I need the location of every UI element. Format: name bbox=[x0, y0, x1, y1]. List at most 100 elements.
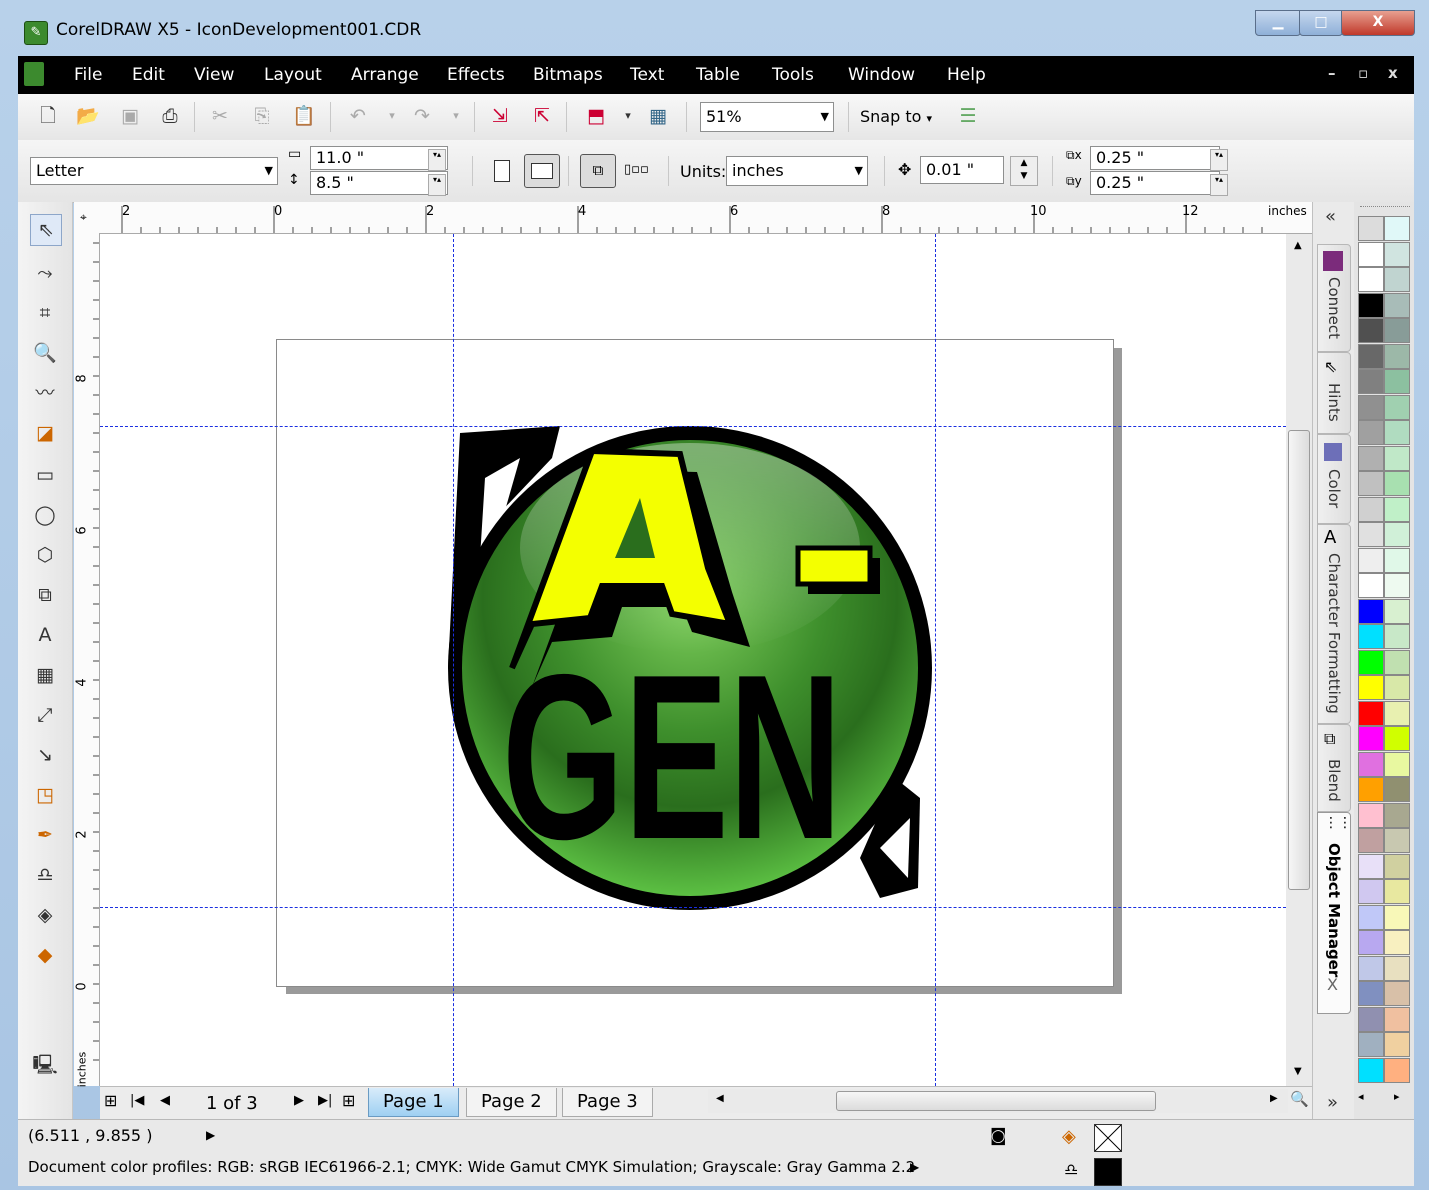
menu-text[interactable]: Text bbox=[630, 65, 664, 85]
color-swatch[interactable] bbox=[1384, 649, 1410, 675]
close-docker-button[interactable]: X bbox=[1327, 975, 1338, 994]
color-swatch[interactable] bbox=[1384, 802, 1410, 828]
color-swatch[interactable] bbox=[1384, 751, 1410, 777]
text-tool-icon[interactable]: A bbox=[30, 620, 60, 650]
menu-tools[interactable]: Tools bbox=[772, 65, 814, 85]
profiles-expand-icon[interactable]: ▶ bbox=[910, 1160, 919, 1174]
document-navigator-icon[interactable]: 🖳 bbox=[30, 1050, 60, 1080]
duplicate-y-field[interactable]: 0.25 " bbox=[1090, 171, 1220, 195]
color-swatch[interactable] bbox=[1358, 547, 1384, 573]
color-swatch[interactable] bbox=[1384, 292, 1410, 318]
tab-page-1[interactable]: Page 1 bbox=[368, 1088, 459, 1117]
color-swatch[interactable] bbox=[1358, 802, 1384, 828]
color-swatch[interactable] bbox=[1384, 853, 1410, 879]
import-icon[interactable]: ⇲ bbox=[488, 104, 512, 128]
collapse-dockers-button[interactable]: « bbox=[1325, 206, 1336, 227]
color-swatch[interactable] bbox=[1358, 828, 1384, 853]
smart-fill-tool-icon[interactable]: ◪ bbox=[30, 418, 60, 448]
color-swatch[interactable] bbox=[1384, 343, 1410, 369]
horizontal-guideline[interactable] bbox=[100, 907, 1286, 908]
connector-tool-icon[interactable]: ↘ bbox=[30, 740, 60, 770]
zoom-tool-icon[interactable]: 🔍 bbox=[30, 338, 60, 368]
color-swatch[interactable] bbox=[1358, 624, 1384, 649]
nudge-distance-field[interactable]: 0.01 " bbox=[920, 156, 1004, 184]
redo-dropdown-icon[interactable]: ▾ bbox=[444, 104, 468, 128]
save-icon[interactable]: ▣ bbox=[118, 104, 142, 128]
color-swatch[interactable] bbox=[1358, 318, 1384, 343]
landscape-button[interactable] bbox=[524, 154, 560, 188]
menu-file[interactable]: File bbox=[74, 65, 102, 85]
mdi-restore-button[interactable]: ▫ bbox=[1358, 64, 1368, 82]
color-swatch[interactable] bbox=[1384, 547, 1410, 573]
color-swatch[interactable] bbox=[1358, 981, 1384, 1006]
outline-color-swatch[interactable] bbox=[1094, 1158, 1122, 1186]
close-button[interactable]: X bbox=[1341, 10, 1415, 36]
color-swatch[interactable] bbox=[1384, 675, 1410, 700]
color-swatch[interactable] bbox=[1384, 216, 1410, 241]
a-gen-logo-artwork[interactable]: GEN bbox=[440, 418, 940, 918]
coreldraw-app-icon[interactable]: ✎ bbox=[24, 21, 48, 45]
tab-color[interactable]: Color bbox=[1317, 434, 1351, 524]
cut-icon[interactable]: ✂ bbox=[208, 104, 232, 128]
redo-icon[interactable]: ↷ bbox=[410, 104, 434, 128]
color-swatch[interactable] bbox=[1358, 853, 1384, 879]
tab-blend[interactable]: ⧉ Blend bbox=[1317, 724, 1351, 812]
color-swatch[interactable] bbox=[1358, 292, 1384, 318]
menu-window[interactable]: Window bbox=[848, 65, 915, 85]
color-swatch[interactable] bbox=[1358, 522, 1384, 547]
color-swatch[interactable] bbox=[1384, 904, 1410, 930]
color-swatch[interactable] bbox=[1384, 624, 1410, 649]
palette-grip[interactable] bbox=[1360, 206, 1410, 215]
color-swatch[interactable] bbox=[1384, 445, 1410, 471]
color-swatch[interactable] bbox=[1358, 930, 1384, 955]
color-swatch[interactable] bbox=[1384, 522, 1410, 547]
tab-connect[interactable]: Connect bbox=[1317, 244, 1351, 352]
copy-icon[interactable]: ⎘ bbox=[250, 104, 274, 128]
color-swatch[interactable] bbox=[1384, 777, 1410, 802]
ellipse-tool-icon[interactable]: ◯ bbox=[30, 500, 60, 530]
duplicate-x-spinner[interactable]: ▾▴ bbox=[1210, 149, 1228, 171]
print-icon[interactable]: ⎙ bbox=[158, 104, 182, 128]
document-icon[interactable] bbox=[24, 62, 44, 86]
menu-edit[interactable]: Edit bbox=[132, 65, 165, 85]
color-swatch[interactable] bbox=[1358, 267, 1384, 292]
color-swatch[interactable] bbox=[1384, 496, 1410, 522]
color-swatch[interactable] bbox=[1384, 879, 1410, 904]
mdi-close-button[interactable]: x bbox=[1388, 64, 1398, 82]
zoom-navigator-icon[interactable]: 🔍 bbox=[1290, 1090, 1309, 1108]
color-swatch[interactable] bbox=[1384, 1006, 1410, 1032]
minimize-button[interactable]: ▁ bbox=[1255, 10, 1301, 36]
basic-shapes-tool-icon[interactable]: ⧉ bbox=[30, 580, 60, 610]
blend-tool-icon[interactable]: ◳ bbox=[30, 780, 60, 810]
tab-character-formatting[interactable]: A Character Formatting bbox=[1317, 524, 1351, 724]
color-swatch[interactable] bbox=[1384, 930, 1410, 955]
color-swatch[interactable] bbox=[1358, 904, 1384, 930]
vertical-guideline[interactable] bbox=[453, 234, 454, 1086]
next-page-icon[interactable]: ▶ bbox=[294, 1093, 304, 1108]
nudge-spinner[interactable]: ▲ ▼ bbox=[1010, 156, 1038, 186]
tab-page-3[interactable]: Page 3 bbox=[562, 1088, 653, 1117]
color-swatch[interactable] bbox=[1384, 420, 1410, 445]
mdi-minimize-button[interactable]: – bbox=[1328, 64, 1336, 82]
add-page-after-icon[interactable]: ⊞ bbox=[342, 1091, 355, 1110]
page-width-spinner[interactable]: ▾▴ bbox=[428, 149, 446, 171]
new-document-icon[interactable]: 🗋 bbox=[36, 104, 60, 128]
application-launcher-icon[interactable]: ⬒ bbox=[584, 104, 608, 128]
color-swatch[interactable] bbox=[1384, 598, 1410, 624]
horizontal-ruler[interactable]: ⌖ 2 0 2 4 6 8 10 12 inches bbox=[74, 202, 1312, 234]
paper-size-dropdown[interactable]: Letter ▼ bbox=[30, 157, 278, 185]
menu-view[interactable]: View bbox=[194, 65, 234, 85]
all-pages-button[interactable]: ⧉ bbox=[580, 154, 616, 188]
vertical-scroll-thumb[interactable] bbox=[1288, 430, 1310, 890]
color-swatch[interactable] bbox=[1358, 241, 1384, 267]
color-swatch[interactable] bbox=[1384, 471, 1410, 496]
paste-icon[interactable]: 📋 bbox=[292, 104, 316, 128]
color-swatch[interactable] bbox=[1384, 369, 1410, 394]
outline-pen-tool-icon[interactable]: ♎ bbox=[30, 860, 60, 890]
coords-expand-icon[interactable]: ▶ bbox=[206, 1128, 215, 1142]
interactive-fill-tool-icon[interactable]: ◆ bbox=[30, 940, 60, 970]
undo-dropdown-icon[interactable]: ▾ bbox=[380, 104, 404, 128]
portrait-icon[interactable] bbox=[494, 160, 510, 182]
color-swatch[interactable] bbox=[1358, 1057, 1384, 1083]
duplicate-x-field[interactable]: 0.25 " bbox=[1090, 146, 1220, 170]
